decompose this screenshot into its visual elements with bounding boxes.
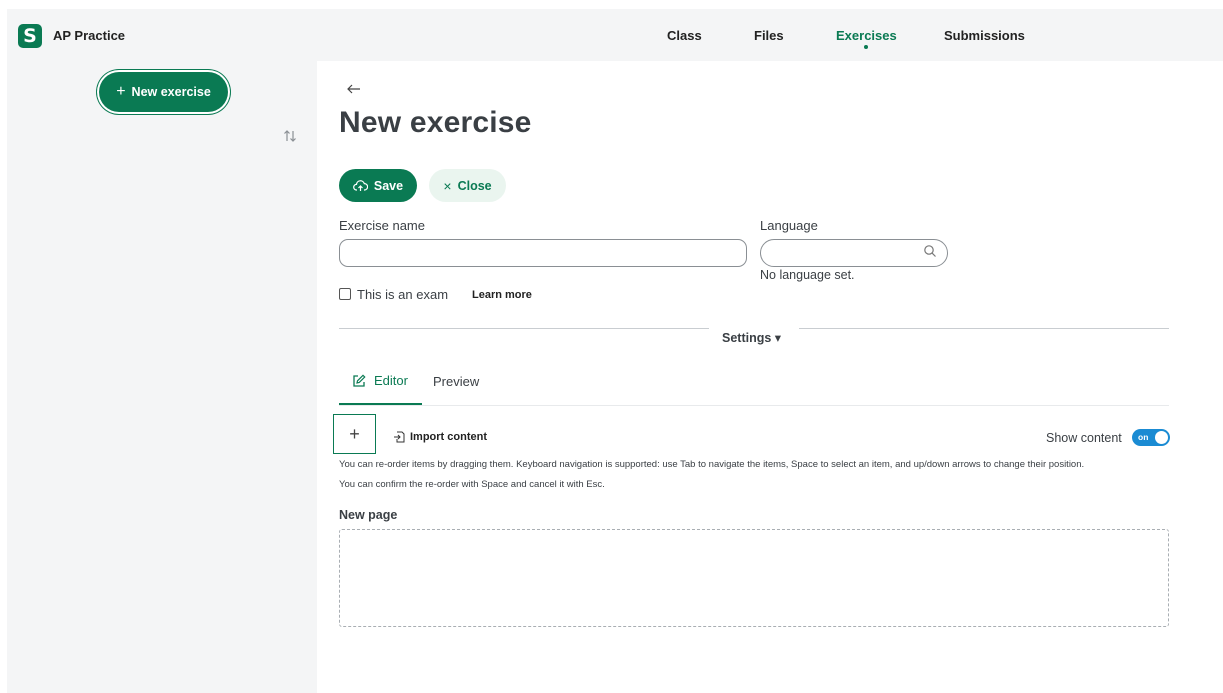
nav-files[interactable]: Files (754, 28, 784, 43)
show-content-label: Show content (1046, 431, 1122, 445)
add-item-button[interactable]: + (333, 414, 376, 454)
import-icon (394, 431, 405, 443)
divider-left (339, 328, 709, 329)
divider-right (799, 328, 1169, 329)
plus-icon: + (349, 423, 360, 444)
app-name: AP Practice (53, 28, 126, 43)
learn-more-link[interactable]: Learn more (472, 289, 532, 301)
tab-editor[interactable]: Editor (352, 373, 408, 388)
settings-toggle[interactable]: Settings ▾ (722, 330, 781, 345)
sidebar: + New exercise (7, 61, 317, 693)
exercise-name-label: Exercise name (339, 218, 425, 233)
nav-exercises-label: Exercises (836, 28, 897, 43)
new-exercise-button[interactable]: + New exercise (99, 72, 228, 112)
exam-checkbox[interactable] (339, 288, 351, 300)
new-page-title: New page (339, 508, 398, 522)
new-exercise-label: New exercise (131, 85, 211, 99)
save-label: Save (373, 178, 404, 193)
plus-icon: + (116, 83, 126, 100)
show-content-toggle[interactable]: on (1132, 429, 1170, 446)
nav-exercises[interactable]: Exercises (836, 28, 897, 49)
app-logo: S (18, 24, 42, 48)
toggle-on-text: on (1138, 432, 1149, 442)
toggle-knob (1155, 431, 1168, 444)
close-label: Close (457, 178, 492, 193)
back-arrow-icon[interactable] (346, 81, 362, 97)
tab-preview[interactable]: Preview (433, 374, 479, 389)
import-content-button[interactable]: Import content (393, 431, 487, 443)
page-drop-zone[interactable] (339, 529, 1169, 627)
exercise-name-input[interactable] (339, 239, 747, 267)
language-search-input[interactable] (760, 239, 948, 267)
save-button[interactable]: Save (339, 169, 417, 202)
close-button[interactable]: × Close (429, 169, 506, 202)
active-indicator-dot (864, 45, 869, 49)
tab-editor-label: Editor (374, 373, 408, 388)
top-navigation-bar: S AP Practice Class Files Exercises Subm… (7, 9, 1223, 61)
edit-icon (353, 373, 366, 387)
reorder-help-line-2: You can confirm the re-order with Space … (339, 479, 605, 490)
close-icon: × (443, 177, 452, 194)
sort-icon[interactable] (283, 129, 297, 143)
page-title: New exercise (339, 106, 532, 139)
tabs-divider (339, 405, 1169, 406)
reorder-help-line-1: You can re-order items by dragging them.… (339, 459, 1085, 470)
language-label: Language (760, 218, 818, 233)
cloud-upload-icon (353, 180, 368, 191)
import-content-label: Import content (410, 431, 487, 443)
exam-checkbox-label: This is an exam (357, 287, 449, 302)
main-content: New exercise Save × Close Exercise name … (317, 61, 1223, 693)
nav-submissions[interactable]: Submissions (944, 28, 1025, 43)
search-icon (924, 245, 936, 257)
language-hint: No language set. (760, 268, 855, 282)
nav-class[interactable]: Class (667, 28, 702, 43)
